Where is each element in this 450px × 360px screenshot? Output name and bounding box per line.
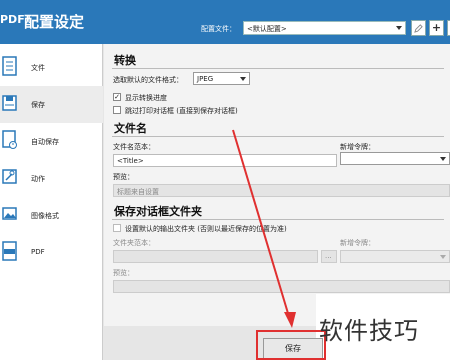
sidebar-item-pdf[interactable]: PDF: [0, 234, 103, 271]
folder-pattern-label: 文件夹范本：: [113, 239, 155, 247]
save-icon: [2, 95, 17, 111]
add-profile-button[interactable]: +: [429, 20, 444, 36]
sidebar-item-label: 保存: [31, 101, 45, 109]
highlight-box: [256, 330, 326, 360]
filename-section-title: 文件名: [114, 122, 147, 135]
convert-section-title: 转换: [114, 54, 136, 67]
title-bar: PDF 配置设定 配置文件： <默认配置> +: [0, 0, 450, 44]
chevron-down-icon: [240, 77, 246, 81]
filename-token-select[interactable]: [340, 152, 450, 165]
browse-folder-button[interactable]: ...: [321, 250, 337, 263]
pdf-file-icon: [2, 241, 17, 261]
chevron-down-icon: [396, 26, 402, 30]
checkmark-icon: ✓: [114, 93, 120, 101]
save-dialog-folder-section-title: 保存对话框文件夹: [114, 205, 202, 218]
config-profile-value: <默认配置>: [247, 25, 287, 33]
sidebar-item-label: 图像格式: [31, 212, 59, 220]
show-progress-checkbox[interactable]: ✓: [113, 93, 121, 101]
folder-token-label: 新增令牌：: [340, 239, 375, 247]
sidebar-item-save[interactable]: 保存: [0, 86, 103, 123]
browse-folder-label: ...: [325, 252, 332, 260]
window-title: 配置设定: [24, 13, 85, 31]
watermark-text: 软件技巧: [319, 317, 419, 345]
settings-panel: 转换 选取默认的文件格式： JPEG ✓ 显示转换进度 跳过打印对话框 (直接到…: [104, 44, 450, 326]
default-format-select[interactable]: JPEG: [193, 72, 250, 85]
show-progress-label: 显示转换进度: [125, 94, 167, 102]
sidebar-item-label: 文件: [31, 64, 45, 72]
folder-token-select[interactable]: [340, 250, 450, 263]
filename-preview-label: 预览：: [113, 173, 134, 181]
config-profile-label: 配置文件：: [201, 25, 236, 33]
default-folder-checkbox[interactable]: [113, 224, 121, 232]
default-format-value: JPEG: [197, 75, 214, 83]
sidebar-item-document[interactable]: 文件: [0, 49, 103, 86]
pencil-icon: [414, 24, 423, 33]
auto-save-icon: [2, 130, 17, 149]
image-icon: [2, 207, 17, 220]
default-format-label: 选取默认的文件格式：: [113, 76, 183, 84]
divider: [112, 219, 444, 220]
app-logo-icon: PDF: [0, 13, 25, 26]
folder-preview-label: 预览：: [113, 269, 134, 277]
divider: [112, 136, 444, 137]
rename-profile-button[interactable]: [411, 20, 426, 36]
divider: [112, 68, 444, 69]
sidebar-item-label: 自动保存: [31, 138, 59, 146]
chevron-down-icon: [440, 255, 446, 259]
wrench-icon: [2, 169, 17, 184]
plus-icon: +: [431, 21, 442, 34]
skip-print-dialog-label: 跳过打印对话框 (直接到保存对话框): [125, 107, 238, 115]
filename-token-label: 新增令牌：: [340, 143, 375, 151]
config-profile-select[interactable]: <默认配置>: [243, 21, 406, 35]
document-icon: [2, 56, 17, 76]
folder-preview-field: [113, 280, 450, 293]
sidebar-item-label: 动作: [31, 175, 45, 183]
sidebar-item-label: PDF: [31, 248, 45, 256]
skip-print-dialog-checkbox[interactable]: [113, 106, 121, 114]
folder-pattern-input[interactable]: [113, 250, 318, 263]
sidebar-item-actions[interactable]: 动作: [0, 160, 103, 197]
sidebar-item-auto-save[interactable]: 自动保存: [0, 123, 103, 160]
sidebar-item-image-format[interactable]: 图像格式: [0, 197, 103, 234]
filename-pattern-label: 文件名范本：: [113, 143, 155, 151]
filename-pattern-input[interactable]: <Title>: [113, 154, 337, 167]
default-folder-label: 设置默认的输出文件夹 (否则以最近保存的位置为准): [125, 225, 287, 233]
filename-preview-value: 标题来自设置: [117, 188, 159, 196]
chevron-down-icon: [440, 157, 446, 161]
filename-preview-field: 标题来自设置: [113, 184, 450, 197]
filename-pattern-value: <Title>: [117, 157, 144, 165]
settings-sidebar: 文件 保存 自动保存 动作 图像格式 PDF: [0, 44, 103, 360]
